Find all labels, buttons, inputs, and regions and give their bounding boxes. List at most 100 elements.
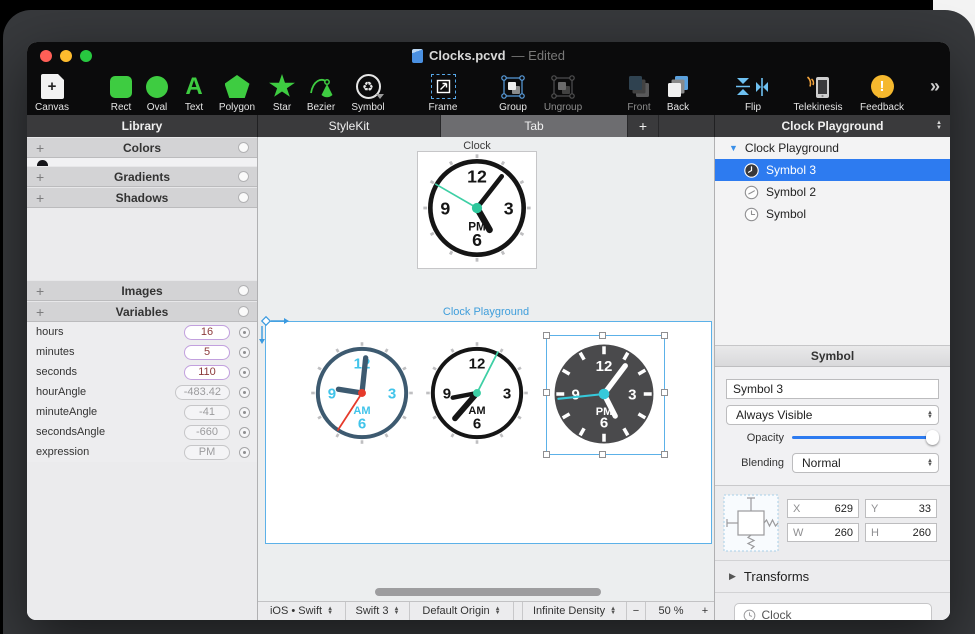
x-position-field[interactable]: X629 bbox=[787, 499, 859, 518]
disclosure-open-icon[interactable]: ▼ bbox=[729, 143, 738, 153]
color-swatch-row[interactable] bbox=[27, 158, 257, 166]
zoom-in-button[interactable]: + bbox=[696, 602, 714, 620]
zoom-out-button[interactable]: − bbox=[627, 602, 646, 620]
canvas-panel: Clock 12369PM Clock Playground 12369AM 1… bbox=[258, 137, 715, 620]
resize-handle[interactable] bbox=[599, 332, 606, 339]
inspector-panel: ▼ Clock Playground Symbol 3 bbox=[715, 137, 950, 620]
transforms-disclosure[interactable]: ▶ Transforms bbox=[715, 560, 950, 592]
section-radio-icon[interactable] bbox=[238, 306, 249, 317]
playground-clock-2[interactable]: 12369AM bbox=[424, 340, 530, 446]
resize-handle[interactable] bbox=[543, 451, 550, 458]
variable-target-icon[interactable] bbox=[239, 347, 250, 358]
blending-dropdown[interactable]: Normal ▲▼ bbox=[792, 453, 939, 473]
add-shadow-button[interactable]: + bbox=[36, 191, 44, 205]
origin-picker[interactable]: Default Origin ▲▼ bbox=[410, 602, 514, 620]
toolbar-symbol[interactable]: ♻ Symbol bbox=[335, 73, 401, 113]
svg-text:12: 12 bbox=[469, 355, 486, 372]
add-tab-button[interactable]: + bbox=[628, 115, 659, 137]
resize-handle[interactable] bbox=[599, 451, 606, 458]
variable-row-minuteangle: minuteAngle -41 bbox=[27, 402, 257, 422]
add-image-button[interactable]: + bbox=[36, 284, 44, 298]
tree-item-symbol-3[interactable]: Symbol 3 bbox=[715, 159, 950, 181]
section-radio-icon[interactable] bbox=[238, 192, 249, 203]
toolbar-overflow[interactable]: » bbox=[902, 73, 950, 100]
variable-value-field[interactable]: -660 bbox=[184, 425, 230, 440]
clock-artboard[interactable]: 12369PM bbox=[417, 151, 537, 269]
section-radio-icon[interactable] bbox=[238, 171, 249, 182]
variable-row-seconds: seconds 110 bbox=[27, 362, 257, 382]
library-section-variables[interactable]: + Variables bbox=[27, 301, 257, 322]
resize-handle[interactable] bbox=[543, 389, 550, 396]
add-gradient-button[interactable]: + bbox=[36, 170, 44, 184]
platform-picker[interactable]: iOS • Swift ▲▼ bbox=[258, 602, 346, 620]
density-picker[interactable]: Infinite Density ▲▼ bbox=[523, 602, 627, 620]
opacity-slider[interactable] bbox=[792, 430, 939, 445]
variable-target-icon[interactable] bbox=[239, 327, 250, 338]
variable-target-icon[interactable] bbox=[239, 407, 250, 418]
frame-icon bbox=[431, 74, 456, 99]
section-radio-icon[interactable] bbox=[238, 285, 249, 296]
variable-target-icon[interactable] bbox=[239, 447, 250, 458]
zoom-level[interactable]: 50 % bbox=[646, 602, 696, 620]
variable-value-field[interactable]: 5 bbox=[184, 345, 230, 360]
toolbar-frame[interactable]: Frame bbox=[410, 73, 476, 113]
svg-text:3: 3 bbox=[503, 385, 511, 402]
variable-target-icon[interactable] bbox=[239, 387, 250, 398]
variable-value-field[interactable]: PM bbox=[184, 445, 230, 460]
horizontal-scrollbar[interactable] bbox=[375, 588, 601, 596]
send-to-back-icon bbox=[665, 73, 691, 100]
canvas-area[interactable]: Clock 12369PM Clock Playground 12369AM 1… bbox=[258, 137, 714, 601]
stepper-icon: ▲▼ bbox=[610, 607, 616, 616]
variable-value-field[interactable]: -41 bbox=[184, 405, 230, 420]
resize-handle[interactable] bbox=[661, 389, 668, 396]
variable-value-field[interactable]: -483.42 bbox=[175, 385, 230, 400]
variable-value-field[interactable]: 16 bbox=[184, 325, 230, 340]
canvas-picker-stepper-icon[interactable]: ▲▼ bbox=[936, 121, 942, 131]
toolbar-canvas[interactable]: + Canvas bbox=[27, 73, 85, 113]
width-field[interactable]: W260 bbox=[787, 523, 859, 542]
resize-handle[interactable] bbox=[543, 332, 550, 339]
tree-item-symbol[interactable]: Symbol bbox=[715, 203, 950, 225]
tab-tab[interactable]: Tab bbox=[441, 115, 628, 137]
symbol-name-field[interactable]: Symbol 3 bbox=[726, 379, 939, 399]
variable-row-secondsangle: secondsAngle -660 bbox=[27, 422, 257, 442]
language-picker[interactable]: Swift 3 ▲▼ bbox=[346, 602, 410, 620]
stepper-icon: ▲▼ bbox=[927, 411, 933, 420]
resize-handle[interactable] bbox=[661, 451, 668, 458]
playground-label[interactable]: Clock Playground bbox=[258, 306, 714, 318]
playground-clock-1[interactable]: 12369AM bbox=[309, 340, 415, 446]
toolbar-telekinesis[interactable]: Telekinesis bbox=[785, 73, 851, 113]
library-section-shadows[interactable]: + Shadows bbox=[27, 187, 257, 208]
slider-knob[interactable] bbox=[926, 430, 939, 445]
y-position-field[interactable]: Y33 bbox=[865, 499, 937, 518]
selection-rectangle[interactable] bbox=[546, 335, 665, 455]
toolbar-back[interactable]: Back bbox=[645, 73, 711, 113]
library-section-gradients[interactable]: + Gradients bbox=[27, 166, 257, 187]
polygon-icon bbox=[225, 75, 250, 98]
window-title: Clocks.pcvd — Edited bbox=[27, 48, 950, 63]
clock-playground-canvas[interactable]: 12369AM 12369AM 12369PM bbox=[265, 321, 712, 544]
add-color-button[interactable]: + bbox=[36, 141, 44, 155]
variable-target-icon[interactable] bbox=[239, 367, 250, 378]
drawing-picker-dropdown[interactable]: Clock bbox=[734, 603, 932, 620]
visibility-dropdown[interactable]: Always Visible ▲▼ bbox=[726, 405, 939, 425]
tree-item-clock-playground[interactable]: ▼ Clock Playground bbox=[715, 137, 950, 159]
variable-target-icon[interactable] bbox=[239, 427, 250, 438]
toolbar-ungroup[interactable]: Ungroup bbox=[530, 73, 596, 113]
canvas-icon: + bbox=[41, 74, 64, 99]
add-variable-button[interactable]: + bbox=[36, 305, 44, 319]
section-radio-icon[interactable] bbox=[238, 142, 249, 153]
toolbar-flip[interactable]: Flip bbox=[720, 73, 786, 113]
bezier-pen-icon bbox=[308, 73, 334, 100]
library-header: Library bbox=[27, 115, 258, 137]
height-field[interactable]: H260 bbox=[865, 523, 937, 542]
library-section-colors[interactable]: + Colors bbox=[27, 137, 257, 158]
tab-stylekit[interactable]: StyleKit bbox=[258, 115, 441, 137]
clock-drawing[interactable]: 12369PM bbox=[421, 152, 533, 269]
library-section-images[interactable]: + Images bbox=[27, 280, 257, 301]
variable-value-field[interactable]: 110 bbox=[184, 365, 230, 380]
tree-item-symbol-2[interactable]: Symbol 2 bbox=[715, 181, 950, 203]
ungroup-icon bbox=[550, 73, 576, 100]
resize-handle[interactable] bbox=[661, 332, 668, 339]
springs-struts-widget[interactable] bbox=[723, 494, 779, 552]
